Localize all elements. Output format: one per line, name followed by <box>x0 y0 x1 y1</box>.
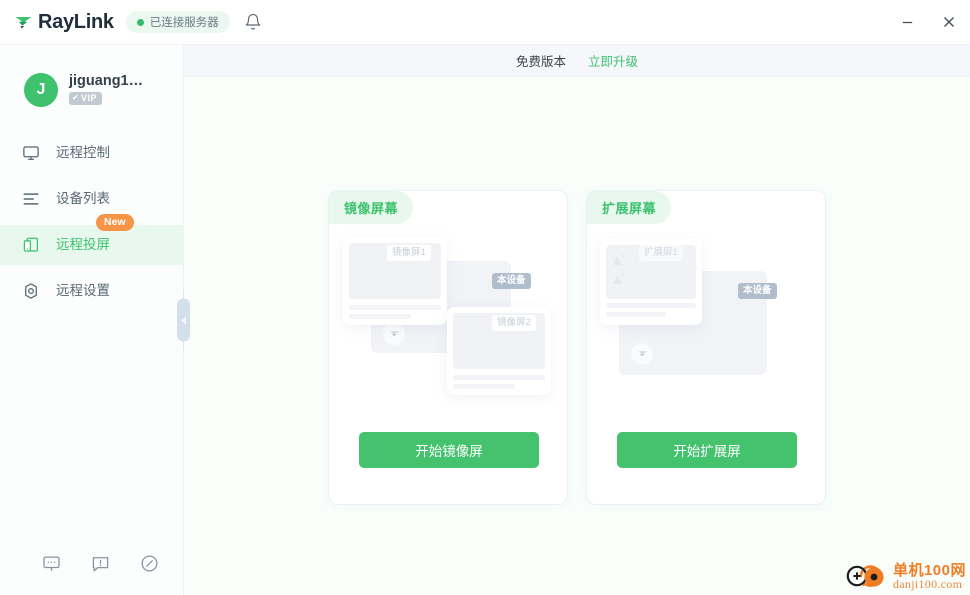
monitor-icon <box>23 146 39 161</box>
main-panel: 免费版本 立即升级 镜像屏幕 本设备 镜像屏1 镜像屏2 开始镜像屏 扩展屏幕 … <box>184 45 970 595</box>
placeholder-bar <box>606 312 666 317</box>
minimize-icon <box>902 21 912 23</box>
placeholder-bar <box>349 305 441 310</box>
handle-pill <box>177 298 190 342</box>
sidebar: J jiguang1… ✔ VIP 远程控制 设备列表 远程投屏 New 远程设… <box>0 45 190 595</box>
notification-bell-icon[interactable] <box>244 13 262 31</box>
extend-preview: 本设备 扩展屏1 <box>587 233 827 413</box>
feedback-icon[interactable] <box>91 554 110 573</box>
check-icon: ✔ <box>72 93 80 103</box>
sidebar-item-label: 远程控制 <box>56 145 110 161</box>
mirror-screen-2-tag: 镜像屏2 <box>492 315 536 332</box>
placeholder-bar <box>453 384 515 389</box>
raylink-small-logo-badge <box>383 323 405 345</box>
mirror-preview: 本设备 镜像屏1 镜像屏2 <box>329 233 569 413</box>
watermark-url: danji100.com <box>892 576 963 591</box>
raylink-arrow-logo <box>15 16 32 28</box>
raylink-small-logo <box>637 350 647 356</box>
vip-badge: ✔ VIP <box>69 91 102 106</box>
sidebar-item-label: 远程设置 <box>56 283 110 299</box>
raylink-small-logo <box>389 330 399 336</box>
host-device-tag: 本设备 <box>492 273 531 290</box>
app-title: RayLink <box>38 11 114 33</box>
mirror-screen-card: 镜像屏幕 本设备 镜像屏1 镜像屏2 开始镜像屏 <box>328 190 568 505</box>
host-device-tag: 本设备 <box>738 283 777 300</box>
placeholder-bar <box>453 375 545 380</box>
mountain-glyph <box>612 273 624 284</box>
minimize-button[interactable] <box>886 0 928 45</box>
status-dot-icon <box>136 18 144 26</box>
user-info: jiguang1… ✔ VIP <box>69 72 144 106</box>
vip-label: VIP <box>81 92 97 103</box>
avatar: J <box>24 72 58 107</box>
placeholder-bar <box>349 314 411 319</box>
sidebar-nav: 远程控制 设备列表 远程投屏 New 远程设置 <box>0 133 183 311</box>
title-bar: RayLink 已连接服务器 <box>0 0 970 45</box>
chevron-left-icon <box>181 316 186 324</box>
mirror-screen-1-tag: 镜像屏1 <box>387 245 431 262</box>
sidebar-item-remote-control[interactable]: 远程控制 <box>0 133 183 173</box>
mountain-image-icon <box>612 272 627 285</box>
start-mirror-button[interactable]: 开始镜像屏 <box>359 432 539 468</box>
screen-cast-icon <box>23 237 39 252</box>
cast-options: 镜像屏幕 本设备 镜像屏1 镜像屏2 开始镜像屏 扩展屏幕 本设备 扩展屏1 开… <box>184 77 970 595</box>
close-button[interactable] <box>928 0 970 45</box>
mountain-glyph <box>612 254 624 265</box>
compass-icon[interactable] <box>140 554 159 573</box>
close-icon <box>944 17 954 27</box>
mountain-image-icon <box>612 253 627 266</box>
raylink-small-logo-badge <box>631 343 653 365</box>
sidebar-item-label: 远程投屏 <box>56 237 110 253</box>
placeholder-bar <box>606 303 696 308</box>
start-extend-button[interactable]: 开始扩展屏 <box>617 432 797 468</box>
watermark-title: 单机100网 <box>892 561 966 579</box>
extend-screen-card: 扩展屏幕 本设备 扩展屏1 开始扩展屏 <box>586 190 826 505</box>
raylink-window: RayLink 已连接服务器 J jiguang1… ✔ VIP 远程控制 设备… <box>0 0 970 595</box>
plan-label: 免费版本 <box>515 55 566 69</box>
connection-status-label: 已连接服务器 <box>149 17 219 29</box>
user-profile[interactable]: J jiguang1… ✔ VIP <box>0 45 183 115</box>
upgrade-link[interactable]: 立即升级 <box>588 51 638 70</box>
watermark: 单机100网 danji100.com <box>841 559 966 593</box>
sidebar-item-remote-settings[interactable]: 远程设置 <box>0 271 183 311</box>
connection-status-badge: 已连接服务器 <box>125 11 230 33</box>
device-list-icon <box>23 193 39 205</box>
new-badge: New <box>96 214 134 232</box>
danji100-logo <box>846 565 884 587</box>
plan-bar: 免费版本 立即升级 <box>184 45 970 77</box>
sidebar-item-device-list[interactable]: 设备列表 <box>0 179 183 219</box>
sidebar-item-label: 设备列表 <box>56 191 110 207</box>
window-body: J jiguang1… ✔ VIP 远程控制 设备列表 远程投屏 New 远程设… <box>0 45 970 595</box>
sidebar-bottom-actions <box>0 554 183 595</box>
card-tab-label: 镜像屏幕 <box>329 191 414 224</box>
sidebar-item-remote-cast[interactable]: 远程投屏 New <box>0 214 183 265</box>
watermark-text: 单机100网 danji100.com <box>893 563 966 590</box>
username-label: jiguang1… <box>69 72 144 89</box>
extend-screen-1-tag: 扩展屏1 <box>639 245 683 262</box>
window-controls <box>886 0 970 44</box>
sidebar-collapse-handle[interactable] <box>177 289 190 351</box>
card-tab-label: 扩展屏幕 <box>587 191 672 224</box>
chat-icon[interactable] <box>42 554 61 573</box>
gear-icon <box>25 283 37 299</box>
app-logo: RayLink <box>14 12 114 32</box>
